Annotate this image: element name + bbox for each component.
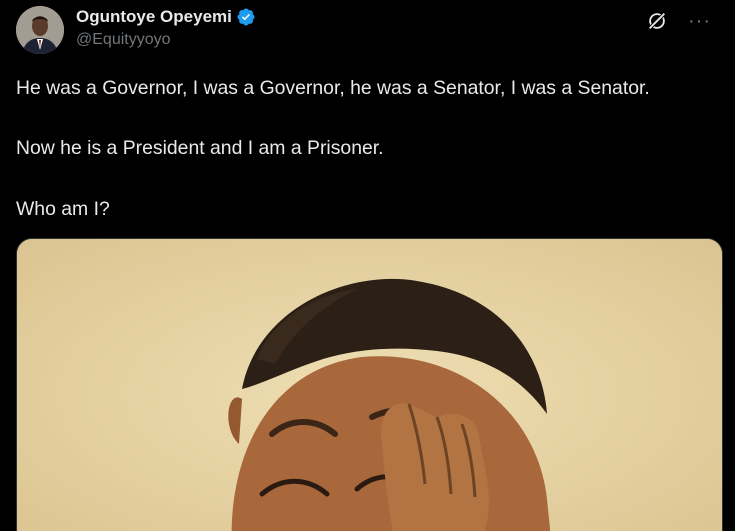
verified-badge-icon[interactable] bbox=[236, 7, 256, 27]
tweet-actions: ··· bbox=[646, 10, 711, 32]
user-info: Oguntoye Opeyemi @Equityyoyo bbox=[76, 6, 256, 58]
user-handle[interactable]: @Equityyoyo bbox=[76, 31, 256, 49]
tweet-paragraph: Now he is a President and I am a Prisone… bbox=[16, 137, 384, 159]
profile-photo-icon bbox=[16, 6, 64, 54]
display-name[interactable]: Oguntoye Opeyemi bbox=[76, 7, 232, 27]
name-row: Oguntoye Opeyemi bbox=[76, 6, 256, 28]
cartoon-boy-laughing-image bbox=[17, 239, 722, 531]
tweet-paragraph: He was a Governor, I was a Governor, he … bbox=[16, 77, 650, 99]
avatar[interactable] bbox=[16, 6, 64, 54]
tweet-media-image[interactable] bbox=[16, 238, 723, 531]
tweet-header: Oguntoye Opeyemi @Equityyoyo ··· bbox=[16, 6, 725, 58]
more-options-icon[interactable]: ··· bbox=[688, 11, 711, 31]
tweet-paragraph: Who am I? bbox=[16, 198, 110, 220]
tweet: Oguntoye Opeyemi @Equityyoyo ··· He was … bbox=[0, 0, 735, 531]
grok-icon[interactable] bbox=[646, 10, 668, 32]
